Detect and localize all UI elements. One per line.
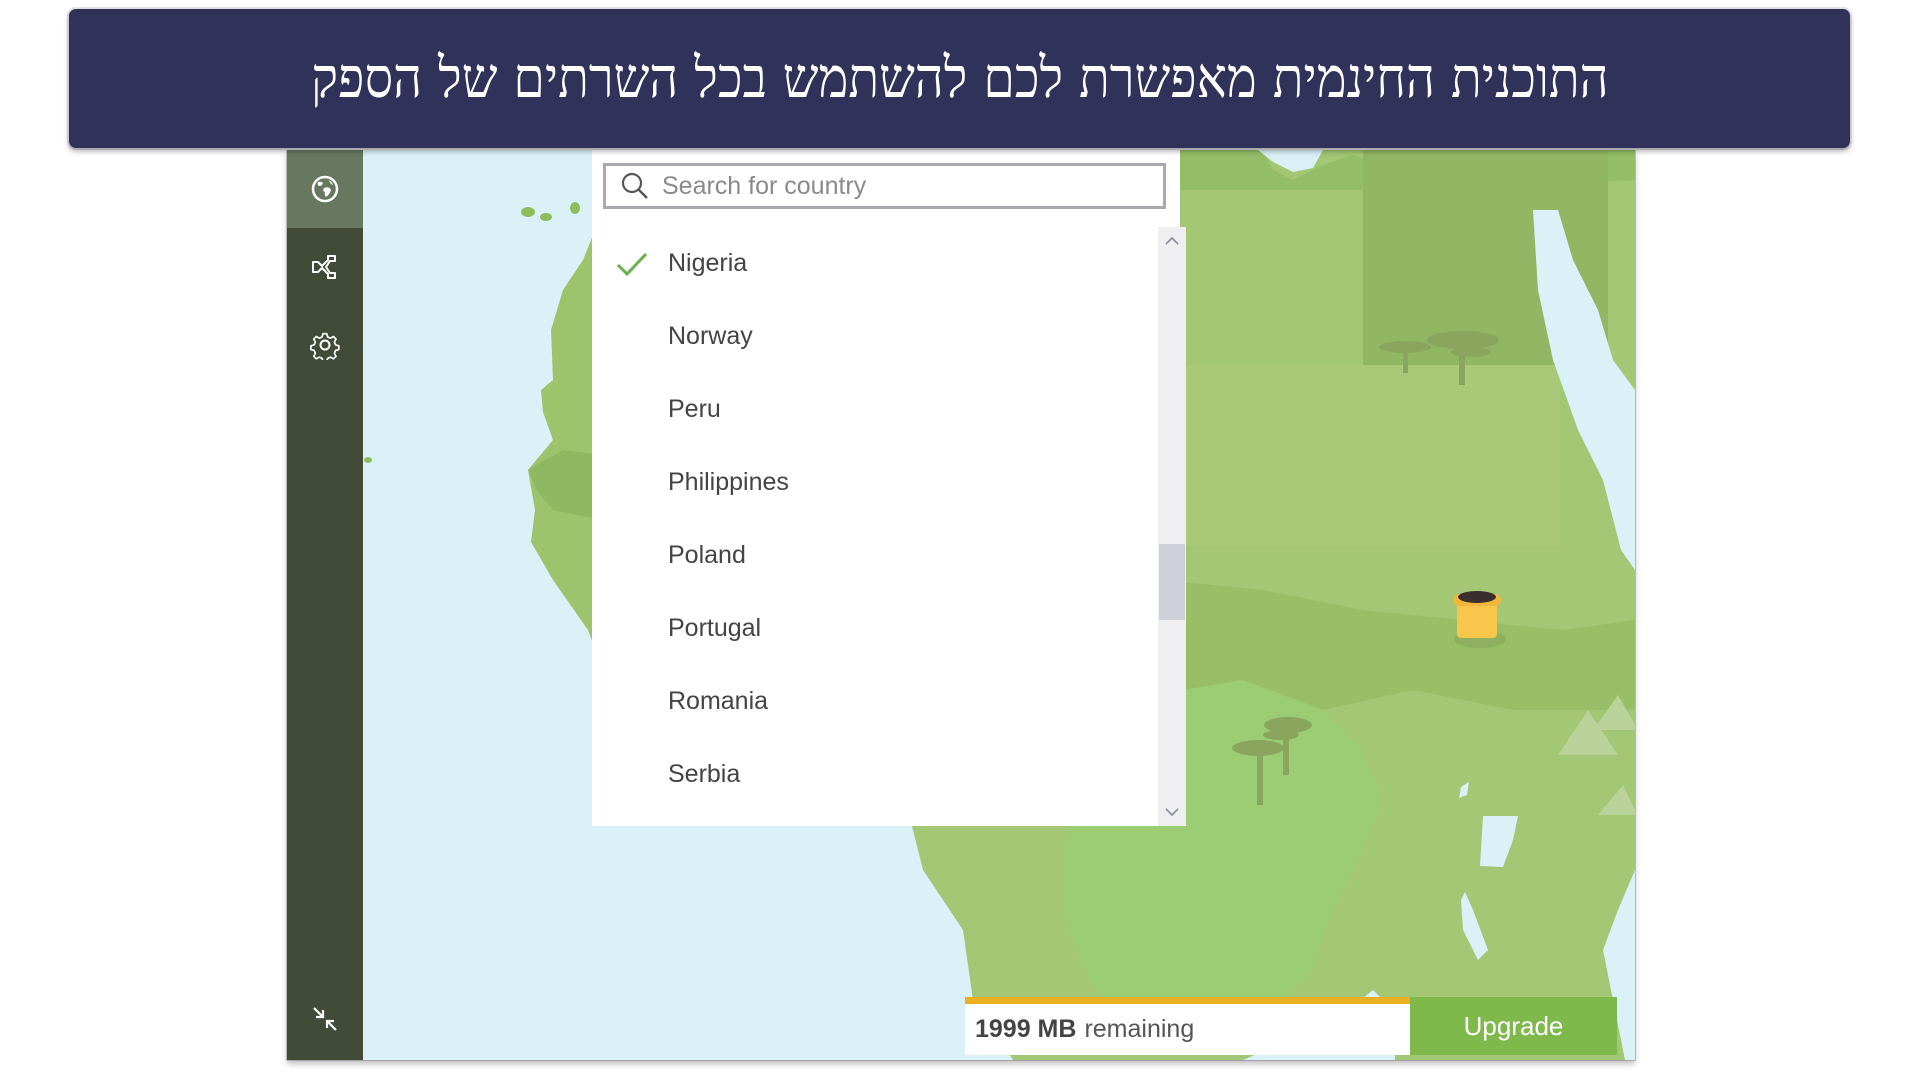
island bbox=[521, 207, 535, 217]
search-input[interactable] bbox=[662, 171, 1142, 201]
data-remaining-amount: 1999 MB bbox=[975, 1015, 1077, 1043]
data-remaining-bar: 1999 MB remaining bbox=[965, 997, 1410, 1055]
country-item[interactable]: Philippines bbox=[592, 446, 1158, 519]
country-label: Serbia bbox=[668, 760, 741, 788]
checkmark-icon bbox=[616, 252, 648, 276]
country-item[interactable]: Peru bbox=[592, 373, 1158, 446]
scroll-up-button[interactable] bbox=[1158, 229, 1186, 253]
sidebar-item-share[interactable] bbox=[287, 228, 363, 306]
collapse-button[interactable] bbox=[287, 980, 363, 1058]
globe-icon bbox=[311, 175, 339, 203]
country-dropdown: Nigeria Norway Peru Philippines Poland P… bbox=[592, 150, 1186, 826]
upgrade-button[interactable]: Upgrade bbox=[1410, 997, 1617, 1055]
country-search-box[interactable] bbox=[603, 163, 1166, 209]
chevron-up-icon bbox=[1165, 236, 1179, 245]
country-item[interactable]: Nigeria bbox=[592, 227, 1158, 300]
sidebar-item-settings[interactable] bbox=[287, 306, 363, 384]
vpn-app-window: Nigeria Norway Peru Philippines Poland P… bbox=[287, 150, 1635, 1060]
search-icon bbox=[621, 172, 648, 199]
scroll-down-button[interactable] bbox=[1158, 800, 1186, 824]
banner-title: התוכנית החינמית מאפשרת לכם להשתמש בכל הש… bbox=[310, 45, 1609, 111]
caption-banner: התוכנית החינמית מאפשרת לכם להשתמש בכל הש… bbox=[69, 9, 1850, 148]
chevron-down-icon bbox=[1165, 808, 1179, 817]
sidebar bbox=[287, 150, 363, 1060]
country-label: Portugal bbox=[668, 614, 762, 642]
list-scrollbar[interactable] bbox=[1158, 227, 1186, 826]
country-item[interactable]: Norway bbox=[592, 300, 1158, 373]
scroll-thumb[interactable] bbox=[1159, 544, 1185, 620]
country-item[interactable]: Serbia bbox=[592, 738, 1158, 811]
country-item[interactable]: Romania bbox=[592, 665, 1158, 738]
country-label: Nigeria bbox=[668, 249, 748, 277]
country-label: Norway bbox=[668, 322, 753, 350]
country-label: Peru bbox=[668, 395, 721, 423]
data-remaining-label: remaining bbox=[1084, 1015, 1195, 1043]
island bbox=[364, 457, 372, 463]
collapse-icon bbox=[313, 1007, 337, 1031]
country-item[interactable]: Portugal bbox=[592, 592, 1158, 665]
land-region bbox=[1180, 365, 1560, 545]
country-label: Romania bbox=[668, 687, 769, 715]
island bbox=[570, 202, 580, 214]
country-item[interactable]: Poland bbox=[592, 519, 1158, 592]
sidebar-item-map[interactable] bbox=[287, 150, 363, 228]
country-label: Poland bbox=[668, 541, 746, 569]
country-list: Nigeria Norway Peru Philippines Poland P… bbox=[592, 227, 1158, 826]
share-network-icon bbox=[312, 255, 336, 279]
country-label: Philippines bbox=[668, 468, 789, 496]
island bbox=[540, 213, 552, 221]
gear-icon bbox=[310, 332, 340, 360]
